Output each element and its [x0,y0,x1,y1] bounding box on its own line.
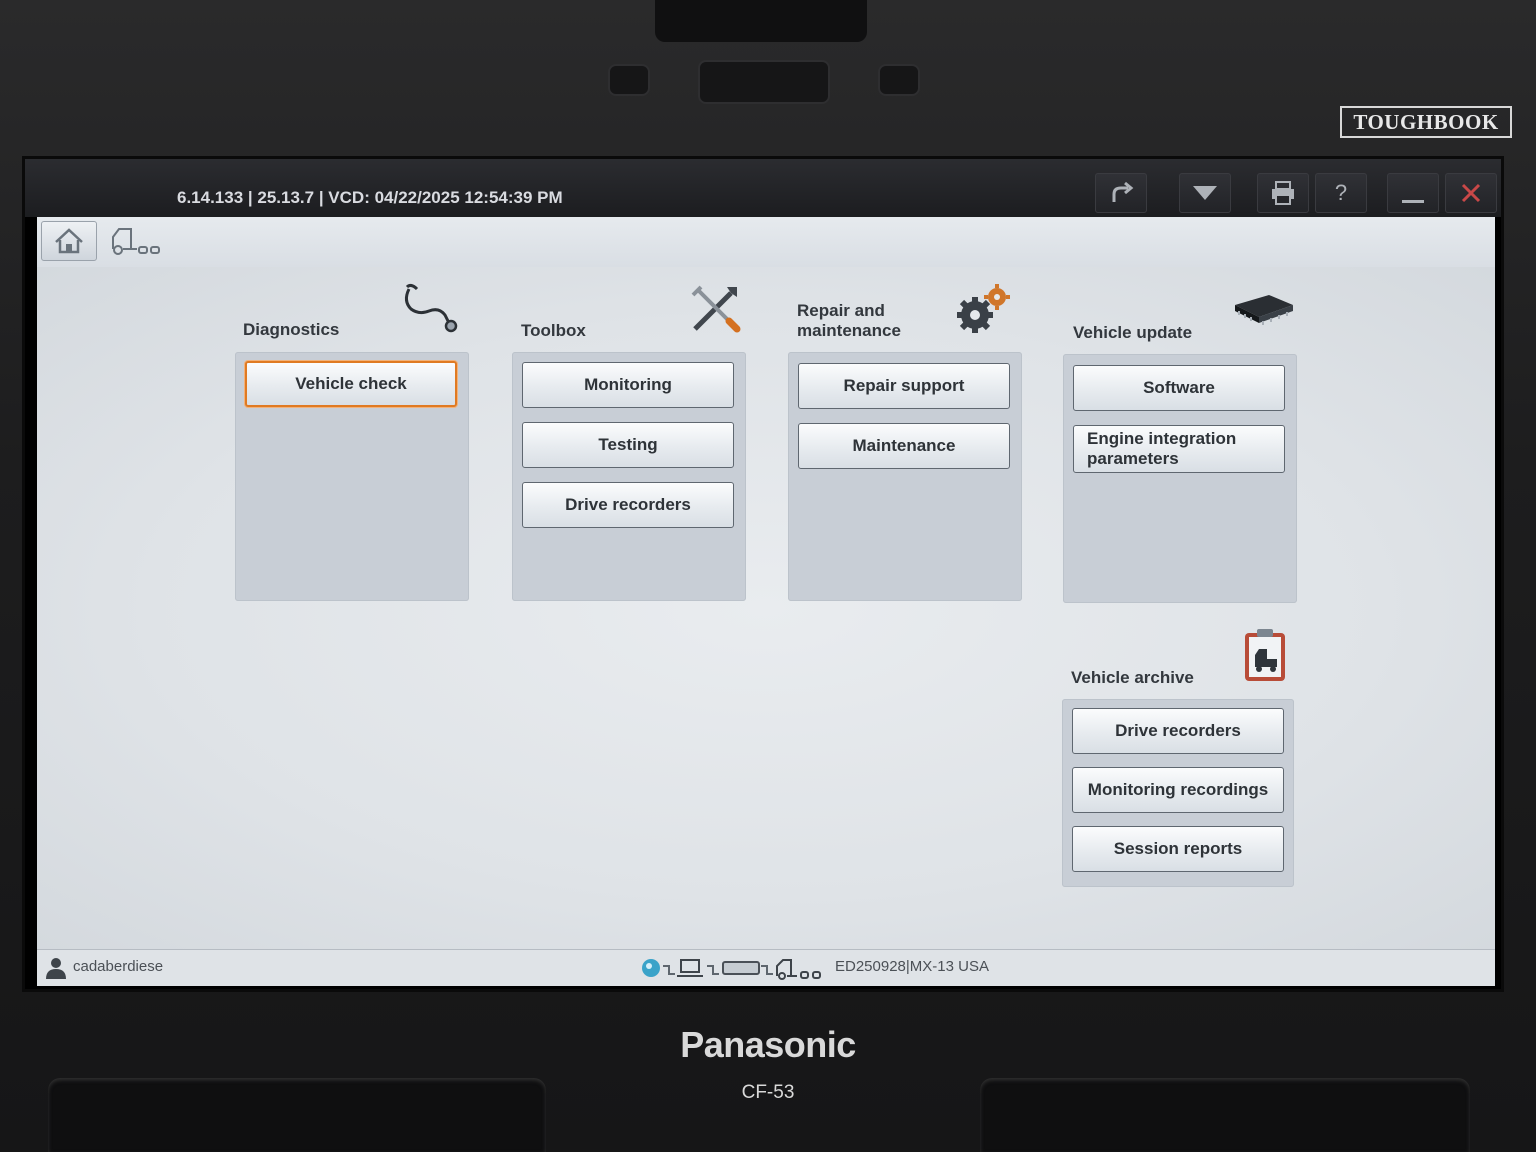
camera-pad [698,60,830,104]
toolbox-drive-recorders-button[interactable]: Drive recorders [522,482,734,528]
sensor-pad-right [878,64,920,96]
group-title-toolbox: Toolbox [521,321,586,340]
hinge-left [48,1078,546,1152]
group-title-repair-maintenance: Repair and maintenance [797,301,901,340]
gears-icon [957,284,1010,333]
minimize-icon [1402,200,1424,203]
screen: 6.14.133 | 25.13.7 | VCD: 04/22/2025 12:… [22,156,1504,992]
title-bar: 6.14.133 | 25.13.7 | VCD: 04/22/2025 12:… [25,159,1501,217]
minimize-button[interactable] [1387,173,1439,213]
close-icon [1461,183,1481,203]
stethoscope-icon [404,283,458,333]
toughbook-logo: TOUGHBOOK [1340,106,1512,138]
close-button[interactable] [1445,173,1497,213]
tools-icon [691,285,741,333]
toolbar [37,217,1495,268]
software-button[interactable]: Software [1073,365,1285,411]
print-icon [1272,181,1294,205]
vehicle-archive-panel: Drive recorders Monitoring recordings Se… [1062,699,1294,887]
diagnostics-panel: Vehicle check [235,352,469,601]
session-reports-button[interactable]: Session reports [1072,826,1284,872]
testing-button[interactable]: Testing [522,422,734,468]
hinge-right [980,1078,1470,1152]
print-button[interactable] [1257,173,1309,213]
repair-maintenance-panel: Repair support Maintenance [788,352,1022,601]
status-bar: cadaberdiese ED250928|MX-13 USA [37,949,1495,986]
engine-integration-parameters-button[interactable]: Engine integration parameters [1073,425,1285,473]
dropdown-icon [1193,186,1217,200]
home-icon [55,228,83,254]
help-icon: ? [1334,180,1348,205]
panasonic-logo: Panasonic [680,1024,856,1065]
vehicle-update-panel: Software Engine integration parameters [1063,354,1297,603]
clipboard-icon [1245,629,1285,681]
group-title-diagnostics: Diagnostics [243,320,340,339]
monitoring-button[interactable]: Monitoring [522,362,734,408]
vehicle-button[interactable] [109,225,165,257]
user-name: cadaberdiese [73,958,164,975]
latch [655,0,867,42]
home-button[interactable] [41,221,97,261]
repair-support-button[interactable]: Repair support [798,363,1010,409]
forward-button[interactable] [1095,173,1147,213]
chip-icon [1235,295,1293,325]
dropdown-button[interactable] [1179,173,1231,213]
vehicle-check-button[interactable]: Vehicle check [245,361,457,407]
group-title-vehicle-archive: Vehicle archive [1071,668,1194,687]
user-icon [46,958,66,979]
monitoring-recordings-button[interactable]: Monitoring recordings [1072,767,1284,813]
help-button[interactable]: ? [1315,173,1367,213]
forward-icon [1112,181,1134,202]
vehicle-identifier: ED250928|MX-13 USA [835,958,989,975]
group-title-vehicle-update: Vehicle update [1073,323,1193,342]
connection-chain-icon [642,959,821,980]
main-content: Diagnostics Vehicle check Toolbox Monito… [37,267,1495,949]
maintenance-button[interactable]: Maintenance [798,423,1010,469]
sensor-pad-left [608,64,650,96]
archive-drive-recorders-button[interactable]: Drive recorders [1072,708,1284,754]
truck-icon [112,228,160,255]
toolbox-panel: Monitoring Testing Drive recorders [512,352,746,601]
version-info: 6.14.133 | 25.13.7 | VCD: 04/22/2025 12:… [177,188,563,207]
